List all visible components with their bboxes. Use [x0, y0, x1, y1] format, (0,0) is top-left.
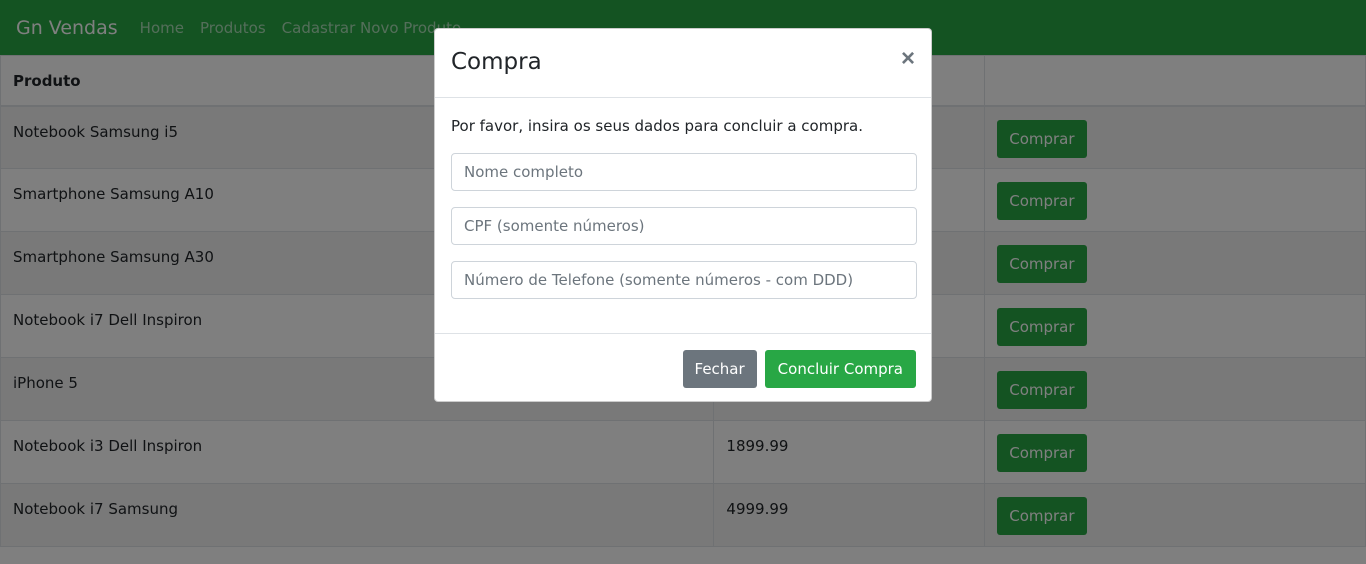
- purchase-modal: Compra × Por favor, insira os seus dados…: [434, 28, 932, 402]
- telefone-input[interactable]: [451, 261, 917, 299]
- fechar-button[interactable]: Fechar: [682, 349, 757, 388]
- modal-header: Compra ×: [435, 29, 931, 98]
- cpf-input[interactable]: [451, 207, 917, 245]
- concluir-compra-button[interactable]: Concluir Compra: [764, 349, 916, 388]
- modal-body: Por favor, insira os seus dados para con…: [435, 98, 931, 333]
- close-icon[interactable]: ×: [901, 47, 915, 71]
- modal-instructions: Por favor, insira os seus dados para con…: [451, 117, 863, 135]
- modal-title: Compra: [451, 49, 542, 75]
- nome-completo-input[interactable]: [451, 153, 917, 191]
- modal-footer: Fechar Concluir Compra: [435, 333, 931, 403]
